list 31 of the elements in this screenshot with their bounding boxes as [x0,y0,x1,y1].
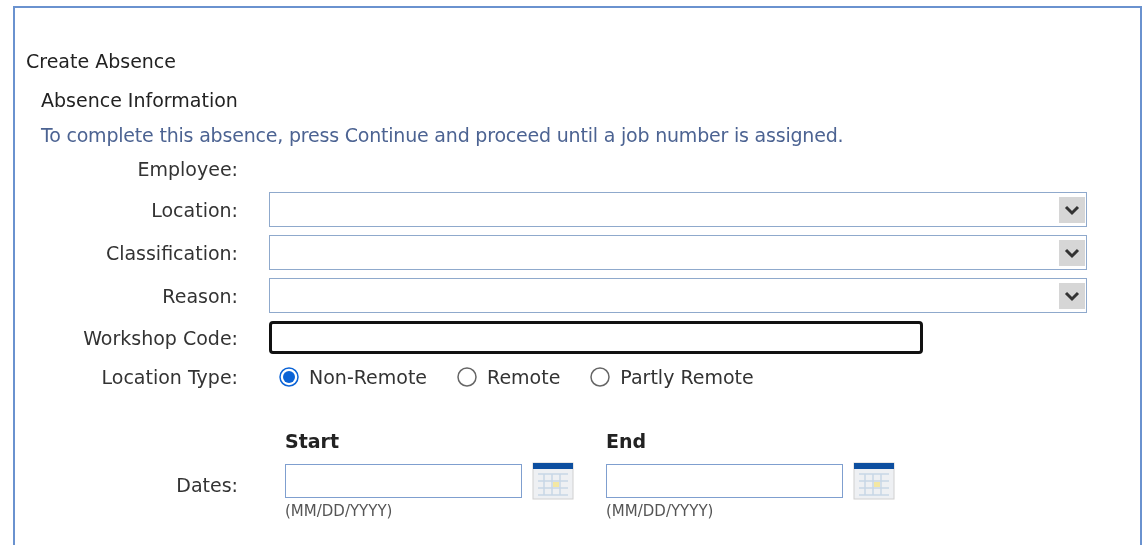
calendar-icon[interactable] [853,462,895,500]
calendar-icon[interactable] [532,462,574,500]
field-label: Location Type: [100,365,238,390]
field-label: Employee: [136,157,238,182]
input-field[interactable] [269,321,923,354]
date-field[interactable] [606,464,843,498]
date-format-hint: (MM/DD/YYYY) [606,502,715,520]
date-format-hint: (MM/DD/YYYY) [285,502,394,520]
radio-button[interactable] [590,367,611,387]
section-heading: Absence Information [41,88,239,113]
field-label: Dates: [175,473,238,498]
radio-button[interactable] [279,367,299,387]
field-label: Classification: [104,240,238,266]
radio-label: Non-Remote [309,366,428,388]
chevron-down-icon [1059,239,1085,266]
radio-label: Partly Remote [620,366,754,388]
radio-label: Remote [487,366,561,388]
instruction-text: To complete this absence, press Continue and proceed until a job number is assigned. [41,123,845,148]
field-label: Location: [150,197,238,223]
date-field[interactable] [285,464,522,498]
field-label: Reason: [161,283,238,309]
form-title: Create Absence [26,49,177,74]
date-heading: Start [285,429,341,454]
dropdown-field[interactable] [269,278,1087,313]
dropdown-field[interactable] [269,192,1087,227]
date-heading: End [606,429,648,454]
chevron-down-icon [1059,282,1085,309]
radio-button[interactable] [457,367,478,387]
field-label: Workshop Code: [82,325,238,351]
dropdown-field[interactable] [269,235,1087,270]
chevron-down-icon [1059,196,1085,223]
